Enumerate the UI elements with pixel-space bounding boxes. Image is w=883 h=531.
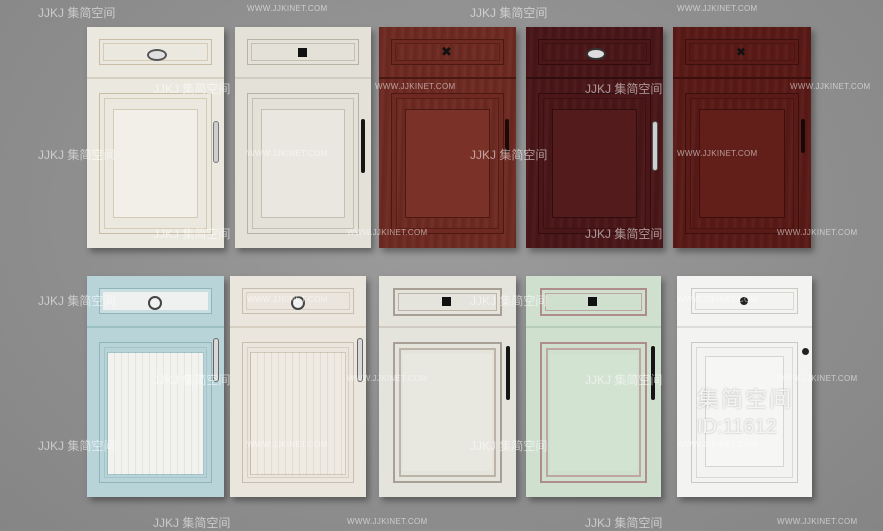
door-front (87, 330, 224, 497)
cabinet-red-mahogany: ✖ (673, 27, 811, 248)
door-front (235, 81, 371, 248)
watermark-url: WWW.JJKINET.COM (375, 82, 456, 91)
watermark-url: WWW.JJKINET.COM (347, 517, 428, 526)
watermark-logo: JJKJ 集简空间 (38, 439, 116, 453)
drawer-front: ✖ (673, 27, 811, 79)
id-number-text: ID:11612 (697, 416, 777, 438)
oval-knob-icon (147, 49, 167, 61)
watermark-url: WWW.JJKINET.COM (677, 440, 758, 449)
watermark-logo: JJKJ 集简空间 (470, 6, 548, 20)
door-front (526, 81, 663, 248)
watermark-url: WWW.JJKINET.COM (790, 82, 871, 91)
round-knob-icon (802, 348, 809, 355)
square-knob-icon (298, 48, 307, 57)
drawer-front (235, 27, 371, 79)
watermark-url: WWW.JJKINET.COM (677, 295, 758, 304)
silver-pull-handle-icon (213, 121, 219, 163)
cabinet-dark-mahogany (526, 27, 663, 248)
door-front (526, 330, 661, 497)
watermark-logo: JJKJ 集简空间 (470, 439, 548, 453)
watermark-logo: JJKJ 集简空间 (153, 82, 231, 96)
cabinet-warm-grey (379, 276, 516, 497)
round-knob-icon (148, 296, 162, 310)
cross-knob-icon: ✖ (736, 45, 747, 59)
door-front (379, 330, 516, 497)
watermark-url: WWW.JJKINET.COM (777, 228, 858, 237)
cross-knob-icon: ✖ (441, 44, 452, 59)
id-brand-text: 集简空间 (697, 387, 794, 412)
cabinet-cream-raised (87, 27, 224, 248)
watermark-url: WWW.JJKINET.COM (677, 149, 758, 158)
door-front (230, 330, 366, 497)
silver-pull-handle-icon (652, 121, 658, 171)
dark-pull-handle-icon (801, 119, 805, 153)
door-front (87, 81, 224, 248)
watermark-logo: JJKJ 集简空间 (470, 294, 548, 308)
watermark-logo: JJKJ 集简空间 (153, 227, 231, 241)
black-bar-handle-icon (506, 346, 510, 400)
watermark-logo: JJKJ 集简空间 (38, 6, 116, 20)
square-knob-icon (588, 297, 597, 306)
black-bar-handle-icon (361, 119, 365, 173)
watermark-url: WWW.JJKINET.COM (677, 4, 758, 13)
drawer-front (526, 27, 663, 79)
watermark-logo: JJKJ 集简空间 (153, 373, 231, 387)
watermark-url: WWW.JJKINET.COM (347, 374, 428, 383)
door-front (673, 81, 811, 248)
watermark-logo: JJKJ 集简空间 (38, 294, 116, 308)
drawer-front: ✖ (379, 27, 516, 79)
watermark-logo: JJKJ 集简空间 (585, 373, 663, 387)
door-front (379, 81, 516, 248)
watermark-logo: JJKJ 集简空间 (585, 516, 663, 530)
watermark-url: WWW.JJKINET.COM (247, 4, 328, 13)
watermark-url: WWW.JJKINET.COM (247, 149, 328, 158)
watermark-url: WWW.JJKINET.COM (247, 295, 328, 304)
watermark-logo: JJKJ 集简空间 (470, 148, 548, 162)
drawer-front (87, 27, 224, 79)
watermark-url: WWW.JJKINET.COM (247, 440, 328, 449)
watermark-logo: JJKJ 集简空间 (153, 516, 231, 530)
oval-knob-icon (586, 48, 606, 60)
watermark-logo: JJKJ 集简空间 (38, 148, 116, 162)
watermark-url: WWW.JJKINET.COM (347, 228, 428, 237)
watermark-url: WWW.JJKINET.COM (777, 517, 858, 526)
watermark-logo: JJKJ 集简空间 (585, 227, 663, 241)
cabinet-light-grey (235, 27, 371, 248)
watermark-logo: JJKJ 集简空间 (585, 82, 663, 96)
cabinet-ivory-grooved (230, 276, 366, 497)
square-knob-icon (442, 297, 451, 306)
cabinet-cherry-wood: ✖ (379, 27, 516, 248)
id-watermark: 集简空间 ID:11612 (697, 382, 793, 439)
